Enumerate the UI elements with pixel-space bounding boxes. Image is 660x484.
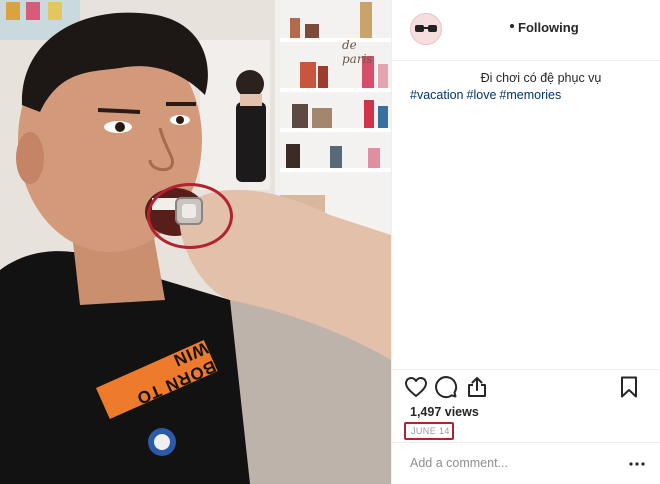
hashtag-link[interactable]: #vacation [410,88,464,102]
share-button[interactable] [465,375,489,399]
caption: Đi chơi có đệ phục vụ #vacation #love #mem… [410,70,646,103]
post-date[interactable]: JUNE 14 [411,426,450,436]
actions-divider [392,369,660,370]
separator-dot [510,24,514,28]
comment-button[interactable] [434,375,458,399]
speech-bubble-icon [435,376,458,399]
bookmark-icon [621,376,637,398]
heart-icon [405,377,427,397]
highlight-circle [147,183,233,249]
view-count[interactable]: 1,497 views [410,405,479,419]
following-button[interactable]: Following [518,20,579,35]
save-button[interactable] [617,375,641,399]
avatar[interactable] [410,13,442,45]
sunglasses-icon [415,25,437,32]
action-bar [404,375,650,401]
hashtag-list: #vacation #love #memories [410,87,646,103]
like-button[interactable] [404,375,428,399]
hashtag-link[interactable]: #memories [499,88,561,102]
hashtag-link[interactable]: #love [467,88,497,102]
share-icon [468,377,486,397]
shop-sign-text: de paris [342,38,373,66]
caption-text: Đi chơi có đệ phục vụ [480,71,602,85]
instagram-post: de paris BORN TO WIN Following Đi chơi c… [0,0,660,484]
post-header: Following [392,0,660,61]
more-options-icon [629,462,645,466]
more-options-button[interactable] [629,457,645,471]
comment-divider [392,442,660,443]
post-photo[interactable]: de paris BORN TO WIN [0,0,391,484]
comment-input[interactable] [410,452,620,474]
